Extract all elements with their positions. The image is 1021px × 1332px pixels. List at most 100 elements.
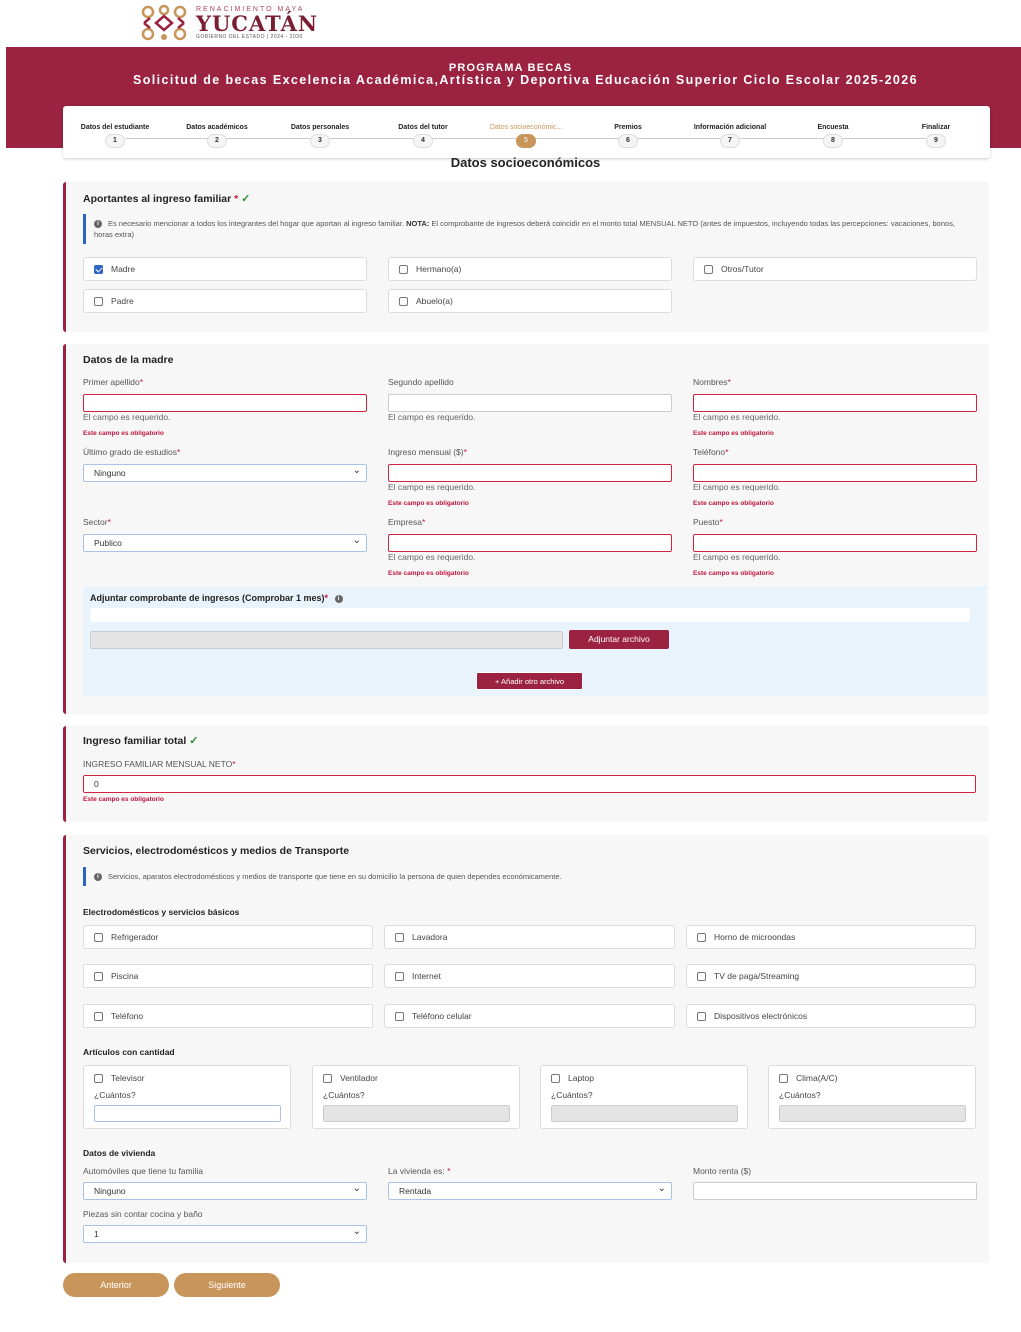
ingreso-input[interactable] [388,464,672,482]
basicos-title: Electrodomésticos y servicios básicos [83,907,240,917]
next-button[interactable]: Siguiente [174,1273,280,1297]
ventilador-count-input[interactable] [323,1105,510,1122]
error-hint: El campo es requerido. [83,412,171,422]
error-text: Este campo es obligatorio [388,570,469,577]
checkbox-label: Lavadora [412,932,448,942]
label-text: Último grado de estudios [83,447,178,457]
clima-count-input[interactable] [779,1105,966,1122]
empresa-label: Empresa* [388,517,426,527]
ingreso-neto-label: INGRESO FAMILIAR MENSUAL NETO* [83,759,236,769]
error-hint: El campo es requerido. [388,552,476,562]
checkbox-icon [94,1073,103,1083]
piezas-select[interactable]: 1 [83,1224,367,1243]
segundo-apellido-input[interactable] [388,394,672,412]
error-hint: El campo es requerido. [693,552,781,562]
checkbox-icon [551,1073,560,1083]
checkbox-telefono[interactable]: Teléfono [83,1004,373,1028]
attach-file-button[interactable]: Adjuntar archivo [569,630,669,649]
checkbox-hermano[interactable]: Hermano(a) [388,257,672,281]
check-icon: ✓ [189,735,199,747]
checkbox-telefono-celular[interactable]: Teléfono celular [384,1004,675,1028]
checkbox-label: Abuelo(a) [416,296,453,306]
info-icon: i [94,873,102,882]
error-text: Este campo es obligatorio [693,500,774,507]
madre-panel: Datos de la madre Primer apellido* El ca… [63,344,989,714]
sector-select[interactable]: Publico [83,533,367,552]
step-3[interactable]: Datos personales 3 [280,114,360,148]
empresa-input[interactable] [388,534,672,552]
label-text: Primer apellido [83,377,140,387]
checkbox-label: Madre [111,264,136,274]
checkbox-label: Horno de microondas [714,932,796,942]
error-text: Este campo es obligatorio [83,796,164,803]
step-6[interactable]: Premios 6 [588,114,668,148]
step-1[interactable]: Datos del estudiante 1 [75,114,155,148]
add-file-button[interactable]: + Añadir otro archivo [476,672,583,690]
ingreso-neto-input[interactable]: 0 [83,775,976,793]
laptop-count-input[interactable] [551,1105,738,1122]
telefono-label: Teléfono* [693,447,729,457]
error-text: Este campo es obligatorio [693,430,774,437]
error-hint: El campo es requerido. [693,482,781,492]
vivienda-select[interactable]: Rentada [388,1181,672,1200]
attach-title-text: Adjuntar comprobante de ingresos (Compro… [90,593,325,603]
step-number: 3 [310,134,330,148]
aportantes-title-text: Aportantes al ingreso familiar [83,193,232,205]
checkbox-icon [323,1073,332,1083]
telefono-input[interactable] [693,464,977,482]
step-2[interactable]: Datos académicos 2 [177,114,257,148]
checkbox-madre[interactable]: Madre [83,257,367,281]
file-name-field[interactable] [90,631,563,649]
step-label: Datos socioeconómic... [489,124,563,131]
error-hint: El campo es requerido. [693,412,781,422]
checkbox-lavadora[interactable]: Lavadora [384,925,675,949]
checkbox-icon [94,296,103,306]
piezas-label: Piezas sin contar cocina y baño [83,1209,203,1219]
checkbox-icon [395,971,404,981]
step-number: 2 [207,134,227,148]
step-4[interactable]: Datos del tutor 4 [383,114,463,148]
checkbox-icon [704,264,713,274]
checkbox-laptop[interactable]: Laptop [551,1073,594,1083]
autos-select[interactable]: Ninguno [83,1181,367,1200]
checkbox-clima[interactable]: Clima(A/C) [779,1073,838,1083]
checkbox-horno-microondas[interactable]: Horno de microondas [686,925,976,949]
step-5[interactable]: Datos socioeconómic... 5 [486,114,566,148]
nombres-input[interactable] [693,394,977,412]
aportantes-panel: Aportantes al ingreso familiar * ✓ i Es n… [63,182,989,332]
checkbox-ventilador[interactable]: Ventilador [323,1073,378,1083]
info-text: Es necesario mencionar a todos los integ… [108,219,405,228]
checkbox-televisor[interactable]: Televisor [94,1073,145,1083]
step-label: Datos personales [290,124,350,131]
puesto-input[interactable] [693,534,977,552]
checkbox-label: Televisor [111,1073,145,1083]
step-9[interactable]: Finalizar 9 [896,114,976,148]
checkbox-tv-paga[interactable]: TV de paga/Streaming [686,964,976,988]
checkbox-refrigerador[interactable]: Refrigerador [83,925,373,949]
checkbox-padre[interactable]: Padre [83,289,367,313]
brand-name: YUCATÁN [196,11,319,36]
label-text: Puesto [693,517,720,527]
checkbox-piscina[interactable]: Piscina [83,964,373,988]
primer-apellido-input[interactable] [83,394,367,412]
checkbox-abuelo[interactable]: Abuelo(a) [388,289,672,313]
televisor-count-input[interactable] [94,1105,281,1122]
checkbox-internet[interactable]: Internet [384,964,675,988]
checkbox-label: Dispositivos electrónicos [714,1011,808,1021]
checkbox-icon [94,932,103,942]
vivienda-title: Datos de vivienda [83,1148,156,1158]
renta-input[interactable] [693,1182,977,1200]
checkbox-icon [697,1011,706,1021]
ultimo-grado-select[interactable]: Ninguno [83,463,367,482]
step-7[interactable]: Información adicional 7 [690,114,770,148]
step-number: 1 [105,134,125,148]
step-number: 6 [618,134,638,148]
checkbox-otros-tutor[interactable]: Otros/Tutor [693,257,977,281]
checkbox-icon [697,971,706,981]
checkbox-icon [779,1073,788,1083]
checkbox-dispositivos[interactable]: Dispositivos electrónicos [686,1004,976,1028]
info-icon: i [334,594,343,603]
previous-button[interactable]: Anterior [63,1273,169,1297]
attach-title: Adjuntar comprobante de ingresos (Compro… [90,593,349,603]
step-8[interactable]: Encuesta 8 [793,114,873,148]
